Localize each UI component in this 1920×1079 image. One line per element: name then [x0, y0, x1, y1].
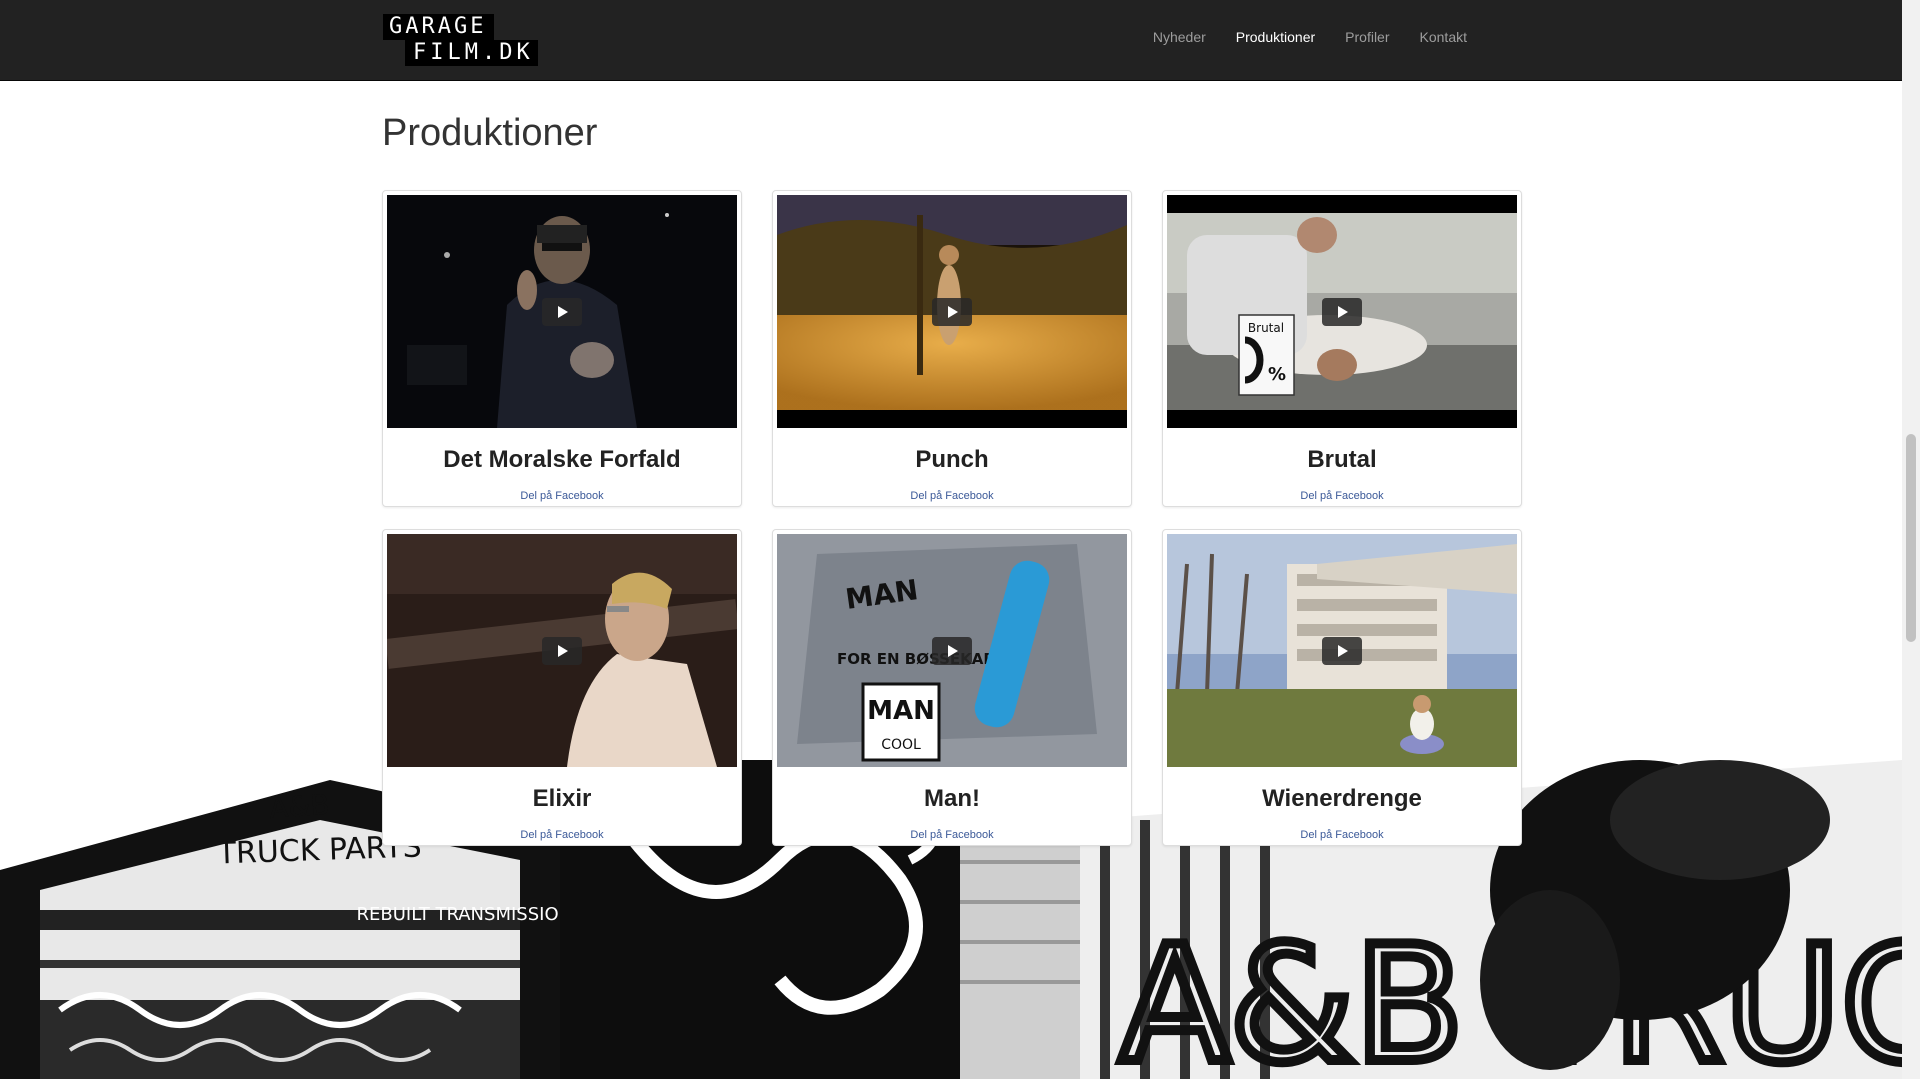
- brand-logo[interactable]: GARAGE FILM.DK: [383, 14, 538, 66]
- thumb-sign-percent: %: [1268, 364, 1286, 385]
- production-card: Det Moralske Forfald Del på Facebook: [382, 190, 742, 507]
- video-thumbnail[interactable]: [387, 195, 737, 428]
- play-icon[interactable]: [542, 298, 582, 326]
- thumb-logo-man: MAN: [867, 696, 935, 726]
- play-icon[interactable]: [932, 637, 972, 665]
- play-icon[interactable]: [1322, 298, 1362, 326]
- video-thumbnail[interactable]: [777, 195, 1127, 428]
- production-card: Brutal % Brutal Del på Facebook: [1162, 190, 1522, 507]
- main-nav: Nyheder Produktioner Profiler Kontakt: [1138, 0, 1482, 74]
- production-card: MAN FOR EN BØSSEKARL! MAN COOL Man! Del …: [772, 529, 1132, 846]
- production-title[interactable]: Wienerdrenge: [1163, 785, 1521, 813]
- share-facebook-link[interactable]: Del på Facebook: [383, 490, 741, 502]
- share-facebook-link[interactable]: Del på Facebook: [383, 829, 741, 841]
- video-thumbnail[interactable]: [387, 534, 737, 767]
- nav-item-kontakt[interactable]: Kontakt: [1405, 0, 1482, 74]
- share-facebook-link[interactable]: Del på Facebook: [1163, 490, 1521, 502]
- nav-item-profiler[interactable]: Profiler: [1330, 0, 1404, 74]
- share-facebook-link[interactable]: Del på Facebook: [773, 829, 1131, 841]
- page-scrollbar-thumb[interactable]: [1906, 434, 1916, 642]
- bg-sign-top: A&B: [268, 788, 330, 825]
- play-icon[interactable]: [932, 298, 972, 326]
- production-title[interactable]: Elixir: [383, 785, 741, 813]
- play-icon[interactable]: [1322, 637, 1362, 665]
- bg-sign-sub: REBUILT TRANSMISSIONS: [356, 904, 583, 925]
- production-card: Wienerdrenge Del på Facebook: [1162, 529, 1522, 846]
- thumb-sign-text: Brutal: [1248, 321, 1284, 335]
- production-card: Punch Del på Facebook: [772, 190, 1132, 507]
- video-thumbnail[interactable]: Brutal %: [1167, 195, 1517, 428]
- production-title[interactable]: Det Moralske Forfald: [383, 446, 741, 474]
- nav-item-produktioner[interactable]: Produktioner: [1221, 0, 1330, 74]
- page-scrollbar[interactable]: [1902, 0, 1920, 1079]
- production-title[interactable]: Brutal: [1163, 446, 1521, 474]
- nav-item-nyheder[interactable]: Nyheder: [1138, 0, 1221, 74]
- brand-logo-line1: GARAGE: [383, 14, 495, 40]
- thumb-logo-cool: COOL: [881, 737, 921, 753]
- brand-logo-line2: FILM.DK: [405, 40, 538, 66]
- share-facebook-link[interactable]: Del på Facebook: [1163, 829, 1521, 841]
- production-title[interactable]: Punch: [773, 446, 1131, 474]
- production-title[interactable]: Man!: [773, 785, 1131, 813]
- thumb-tag-text: FOR EN BØSSEKARL!: [837, 650, 1011, 668]
- page-title: Produktioner: [382, 112, 598, 154]
- play-icon[interactable]: [542, 637, 582, 665]
- video-thumbnail[interactable]: MAN FOR EN BØSSEKARL! MAN COOL: [777, 534, 1127, 767]
- video-thumbnail[interactable]: [1167, 534, 1517, 767]
- share-facebook-link[interactable]: Del på Facebook: [773, 490, 1131, 502]
- production-card: Elixir Del på Facebook: [382, 529, 742, 846]
- top-navbar: GARAGE FILM.DK Nyheder Produktioner Prof…: [0, 0, 1902, 81]
